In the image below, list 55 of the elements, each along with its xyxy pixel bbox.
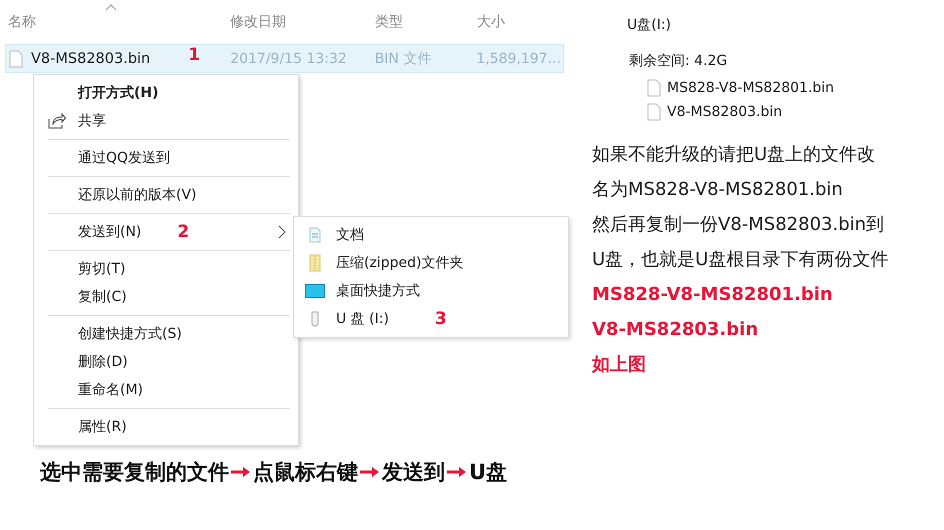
- step-label: 选中需要复制的文件: [40, 459, 229, 486]
- column-header[interactable]: 名称: [5, 13, 227, 31]
- share-icon: [48, 113, 66, 129]
- drive-title: U盘(I:): [627, 16, 672, 35]
- file-date: 2017/9/15 13:32: [230, 50, 347, 66]
- step-label: U盘: [469, 459, 508, 486]
- instruction-line: MS828-V8-MS82801.bin: [592, 283, 834, 307]
- menu-item[interactable]: 发送到(N) 2: [40, 218, 292, 246]
- step-number: 1: [188, 44, 200, 64]
- menu-item[interactable]: 属性(R): [40, 413, 292, 441]
- arrow-icon: [447, 466, 467, 478]
- step-number: 3: [434, 309, 447, 329]
- arrow-icon: [360, 466, 380, 478]
- menu-item[interactable]: 还原以前的版本(V): [40, 181, 292, 209]
- file-icon: [647, 79, 661, 97]
- step-label: 点鼠标右键: [253, 459, 358, 486]
- file-icon: [9, 50, 23, 68]
- file-name: V8-MS82803.bin: [667, 104, 782, 120]
- instruction-line: 如上图: [592, 353, 647, 377]
- menu-item[interactable]: 删除(D): [40, 348, 292, 376]
- submenu-item[interactable]: 文档: [294, 221, 568, 249]
- instruction-line: 名为MS828-V8-MS82801.bin: [592, 178, 844, 202]
- submenu-item[interactable]: 压缩(zipped)文件夹: [294, 249, 568, 277]
- instruction-line: U盘，也就是U盘根目录下有两份文件: [592, 248, 890, 272]
- column-header[interactable]: 修改日期: [227, 13, 372, 31]
- file-row[interactable]: V8-MS82803.bin 1 2017/9/15 13:32 BIN 文件 1,589,197...: [5, 44, 564, 73]
- menu-item[interactable]: 通过QQ发送到: [40, 144, 292, 172]
- step-label: 发送到: [382, 459, 445, 486]
- menu-item[interactable]: 共享: [40, 107, 292, 135]
- submenu-item[interactable]: U 盘 (I:) 3: [294, 305, 568, 333]
- step-number: 2: [177, 222, 190, 242]
- document-icon: [309, 227, 321, 243]
- instruction-line: 然后再复制一份V8-MS82803.bin到: [592, 213, 886, 237]
- submenu-item[interactable]: 桌面快捷方式: [294, 277, 568, 305]
- instruction-line: V8-MS82803.bin: [592, 318, 760, 342]
- menu-item[interactable]: 重命名(M): [40, 376, 292, 404]
- file-name: V8-MS82803.bin: [31, 50, 150, 66]
- file-name: MS828-V8-MS82801.bin: [667, 80, 834, 96]
- instruction-line: 如果不能升级的请把U盘上的文件改: [592, 143, 876, 167]
- zip-folder-icon: [309, 254, 321, 272]
- file-size: 1,589,197...: [476, 50, 561, 66]
- arrow-icon: [231, 466, 251, 478]
- column-header[interactable]: 大小: [474, 13, 564, 31]
- menu-item[interactable]: 创建快捷方式(S): [40, 320, 292, 348]
- file-icon: [647, 103, 661, 121]
- menu-item[interactable]: 剪切(T): [40, 255, 292, 283]
- sort-caret-icon: [105, 4, 117, 11]
- usb-drive-icon: [310, 311, 320, 327]
- menu-item[interactable]: 打开方式(H): [40, 79, 292, 107]
- file-type: BIN 文件: [374, 50, 432, 68]
- free-space-label: 剩余空间: 4.2G: [628, 52, 728, 71]
- desktop-icon: [305, 284, 325, 298]
- menu-item[interactable]: 复制(C): [40, 283, 292, 311]
- chevron-right-icon: [278, 225, 286, 239]
- column-header[interactable]: 类型: [372, 13, 474, 31]
